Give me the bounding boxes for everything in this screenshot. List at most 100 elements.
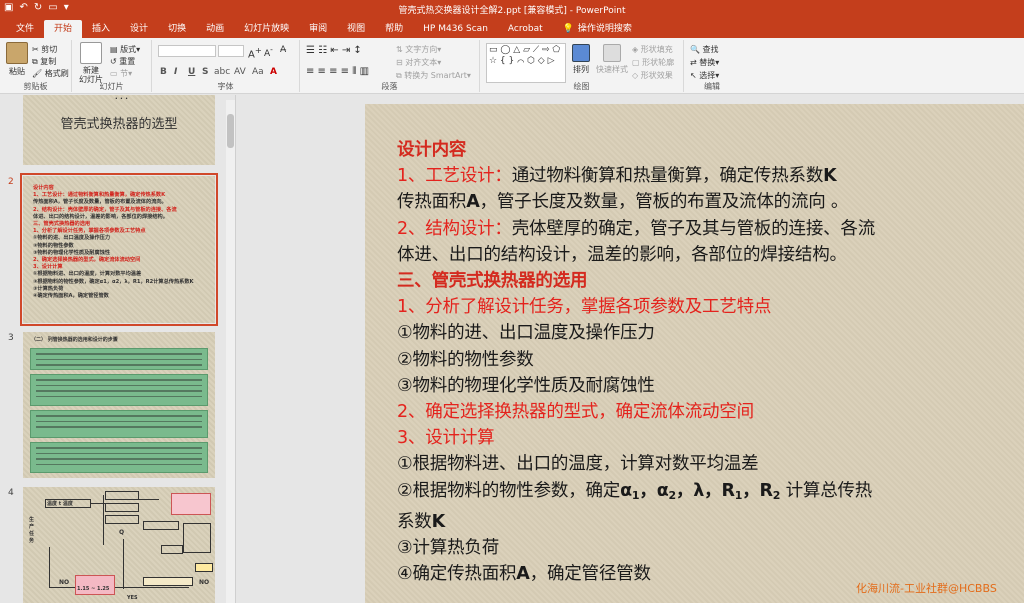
thumbnail-slide-1[interactable]: · · · 管壳式换热器的选型 xyxy=(23,95,215,165)
no-label: NO xyxy=(59,579,70,586)
clear-format-icon[interactable]: A̶ xyxy=(280,45,286,55)
bullets-icon[interactable]: ☰ ☷ ⇤ ⇥ ↕ xyxy=(306,45,362,56)
text-run: 1、分析了解设计任务，掌握各项参数及工艺特点 xyxy=(397,297,772,318)
tab-6[interactable]: 幻灯片放映 xyxy=(234,20,299,38)
flow-node xyxy=(143,521,179,530)
thumbnail-slide-2[interactable]: 设计内容 1、工艺设计：通过物料衡算和热量衡算，确定传热系数K 传热面积A，管子长度… xyxy=(20,173,218,326)
tab-2[interactable]: 插入 xyxy=(82,20,120,38)
paste-button[interactable]: 粘贴 xyxy=(4,42,30,77)
tab-4[interactable]: 切换 xyxy=(158,20,196,38)
window-title: 管壳式热交换器设计全解2.ppt [兼容模式] - PowerPoint xyxy=(398,6,626,16)
align-icons[interactable]: ≡ ≡ ≡ ≡ ⫴ ▥ xyxy=(306,66,369,77)
shapes-gallery[interactable]: ▭ ◯ △ ▱ ⟋ ⇨ ⬠ ☆ { } ⌒ ⬡ ◇ ▷ xyxy=(486,43,566,83)
text-direction-button[interactable]: ⇅ 文字方向▾ xyxy=(396,44,441,55)
slide-line: ①根据物料进、出口的温度，计算对数平均温差 xyxy=(397,451,1017,477)
text-run: 计算总传热 xyxy=(780,480,873,501)
smartart-button[interactable]: ⧉ 转换为 SmartArt▾ xyxy=(396,70,471,81)
shape-outline-button[interactable]: ▢ 形状轮廓 xyxy=(632,57,674,68)
formula-symbols: α1，α2，λ，R1，R2 xyxy=(620,480,781,502)
shadow-button[interactable]: S xyxy=(202,67,208,77)
strikethrough-button[interactable]: abc xyxy=(214,67,230,77)
new-slide-icon xyxy=(80,42,102,64)
text-line xyxy=(36,420,202,422)
shape-fill-button[interactable]: ◈ 形状填充 xyxy=(632,44,673,55)
paste-icon xyxy=(6,42,28,64)
increase-font-icon[interactable]: A+ xyxy=(248,45,262,60)
underline-button[interactable]: U xyxy=(188,67,195,77)
thumbnail-2-line: ①根据物料进、出口的温度，计算对数平均温差 xyxy=(33,271,142,278)
reset-button[interactable]: ↺ 重置 xyxy=(110,56,135,67)
thumbnail-2-line: ③计算热负荷 xyxy=(33,285,64,292)
text-line xyxy=(36,458,202,460)
section-button[interactable]: ▭ 节▾ xyxy=(110,68,132,79)
group-label-drawing: 绘图 xyxy=(573,82,590,91)
text-run: A xyxy=(466,192,480,213)
thumbnail-2-line: 传热面积A，管子长度及数量，管板的布置及流体的流向。 xyxy=(33,199,167,206)
bold-button[interactable]: B xyxy=(160,67,167,77)
replace-button[interactable]: ⇄ 替换▾ xyxy=(690,57,719,68)
thumbnail-2-line: ④确定传热面积A，确定管径管数 xyxy=(33,293,109,300)
font-name-input[interactable] xyxy=(158,45,216,57)
arrange-icon xyxy=(572,44,590,62)
shape-effects-button[interactable]: ◇ 形状效果 xyxy=(632,70,673,81)
slide-line: ①物料的进、出口温度及操作压力 xyxy=(397,320,1017,346)
cut-button[interactable]: ✂ 剪切 xyxy=(32,44,57,55)
thumbnail-3-header: （二） 列管换热器的选用和设计的步骤 xyxy=(31,337,118,343)
arrange-button[interactable]: 排列 xyxy=(570,44,592,75)
tab-10[interactable]: HP M436 Scan xyxy=(413,20,498,38)
thumbnail-slide-3[interactable]: （二） 列管换热器的选用和设计的步骤 xyxy=(23,332,215,478)
tab-7[interactable]: 审阅 xyxy=(299,20,337,38)
tab-9[interactable]: 帮助 xyxy=(375,20,413,38)
tab-3[interactable]: 设计 xyxy=(120,20,158,38)
quick-styles-button[interactable]: 快速样式 xyxy=(596,44,628,75)
scrollbar-thumb[interactable] xyxy=(227,114,234,148)
slide-line: 系数K xyxy=(397,509,1017,535)
text-line xyxy=(36,358,202,360)
format-painter-button[interactable]: 🖌 格式刷 xyxy=(32,68,69,79)
decrease-font-icon[interactable]: A- xyxy=(264,45,273,59)
thumbnail-slide-4[interactable]: 生产任务 温度 t 温度 Q NO NO 1.15 ~ 1.25 YES xyxy=(23,487,215,603)
tab-0[interactable]: 文件 xyxy=(6,20,44,38)
ribbon: 粘贴 ✂ 剪切 ⧉ 复制 🖌 格式刷 剪贴板 新建 幻灯片 ▤ 版式▾ ↺ 重置… xyxy=(0,38,1024,94)
slide-line: 2、确定选择换热器的型式，确定流体流动空间 xyxy=(397,399,1017,425)
group-label-editing: 编辑 xyxy=(704,82,720,91)
tab-5[interactable]: 动画 xyxy=(196,20,234,38)
slide-line-formula: ②根据物料的物性参数，确定α1，α2，λ，R1，R2 计算总传热 xyxy=(397,478,1017,509)
font-color-button[interactable]: A xyxy=(270,67,277,77)
tell-me-label: 操作说明搜索 xyxy=(577,24,632,34)
text-line xyxy=(36,379,202,381)
find-button[interactable]: 🔍 查找 xyxy=(690,44,719,55)
text-run: 3、设计计算 xyxy=(397,428,495,449)
slide-line: 2、结构设计：壳体壁厚的确定，管子及其与管板的连接、各流 xyxy=(397,216,1017,242)
tab-8[interactable]: 视图 xyxy=(337,20,375,38)
text-run: ，管子长度及数量，管板的布置及流体的流向 。 xyxy=(479,192,849,213)
text-run: 体进、出口的结构设计，温差的影响，各部位的焊接结构。 xyxy=(397,244,847,265)
case-button[interactable]: Aa xyxy=(252,67,264,77)
copy-button[interactable]: ⧉ 复制 xyxy=(32,56,56,67)
tab-11[interactable]: Acrobat xyxy=(498,20,553,38)
slide-line: 3、设计计算 xyxy=(397,425,1017,451)
flow-line xyxy=(49,587,189,588)
align-text-button[interactable]: ⊟ 对齐文本▾ xyxy=(396,57,441,68)
thumbnail-scrollbar[interactable] xyxy=(226,100,235,603)
font-size-input[interactable] xyxy=(218,45,244,57)
slide-line: 1、分析了解设计任务，掌握各项参数及工艺特点 xyxy=(397,294,1017,320)
text-run: 1、工艺设计： xyxy=(397,166,512,187)
text-run: ④确定传热面积 xyxy=(397,564,517,585)
text-run: 传热面积 xyxy=(397,192,467,213)
tell-me-search[interactable]: 💡 操作说明搜索 xyxy=(553,20,642,38)
select-button[interactable]: ↖ 选择▾ xyxy=(690,70,719,81)
new-slide-button[interactable]: 新建 幻灯片 xyxy=(76,42,106,84)
flow-node xyxy=(105,491,139,500)
layout-button[interactable]: ▤ 版式▾ xyxy=(110,44,140,55)
slide-line: ③物料的物理化学性质及耐腐蚀性 xyxy=(397,373,1017,399)
text-line xyxy=(36,364,202,366)
spacing-button[interactable]: AV xyxy=(234,67,246,77)
tab-1[interactable]: 开始 xyxy=(44,20,83,38)
watermark: 化海川流-工业社群@HCBBS xyxy=(856,582,997,595)
slide-content[interactable]: 设计内容 1、工艺设计：通过物料衡算和热量衡算，确定传热系数K 传热面积A，管子… xyxy=(397,137,1017,587)
text-run: ①根据物料进、出口的温度，计算对数平均温差 xyxy=(397,454,759,475)
italic-button[interactable]: I xyxy=(174,67,177,77)
step-box-1 xyxy=(30,348,208,370)
flow-node xyxy=(143,577,193,586)
